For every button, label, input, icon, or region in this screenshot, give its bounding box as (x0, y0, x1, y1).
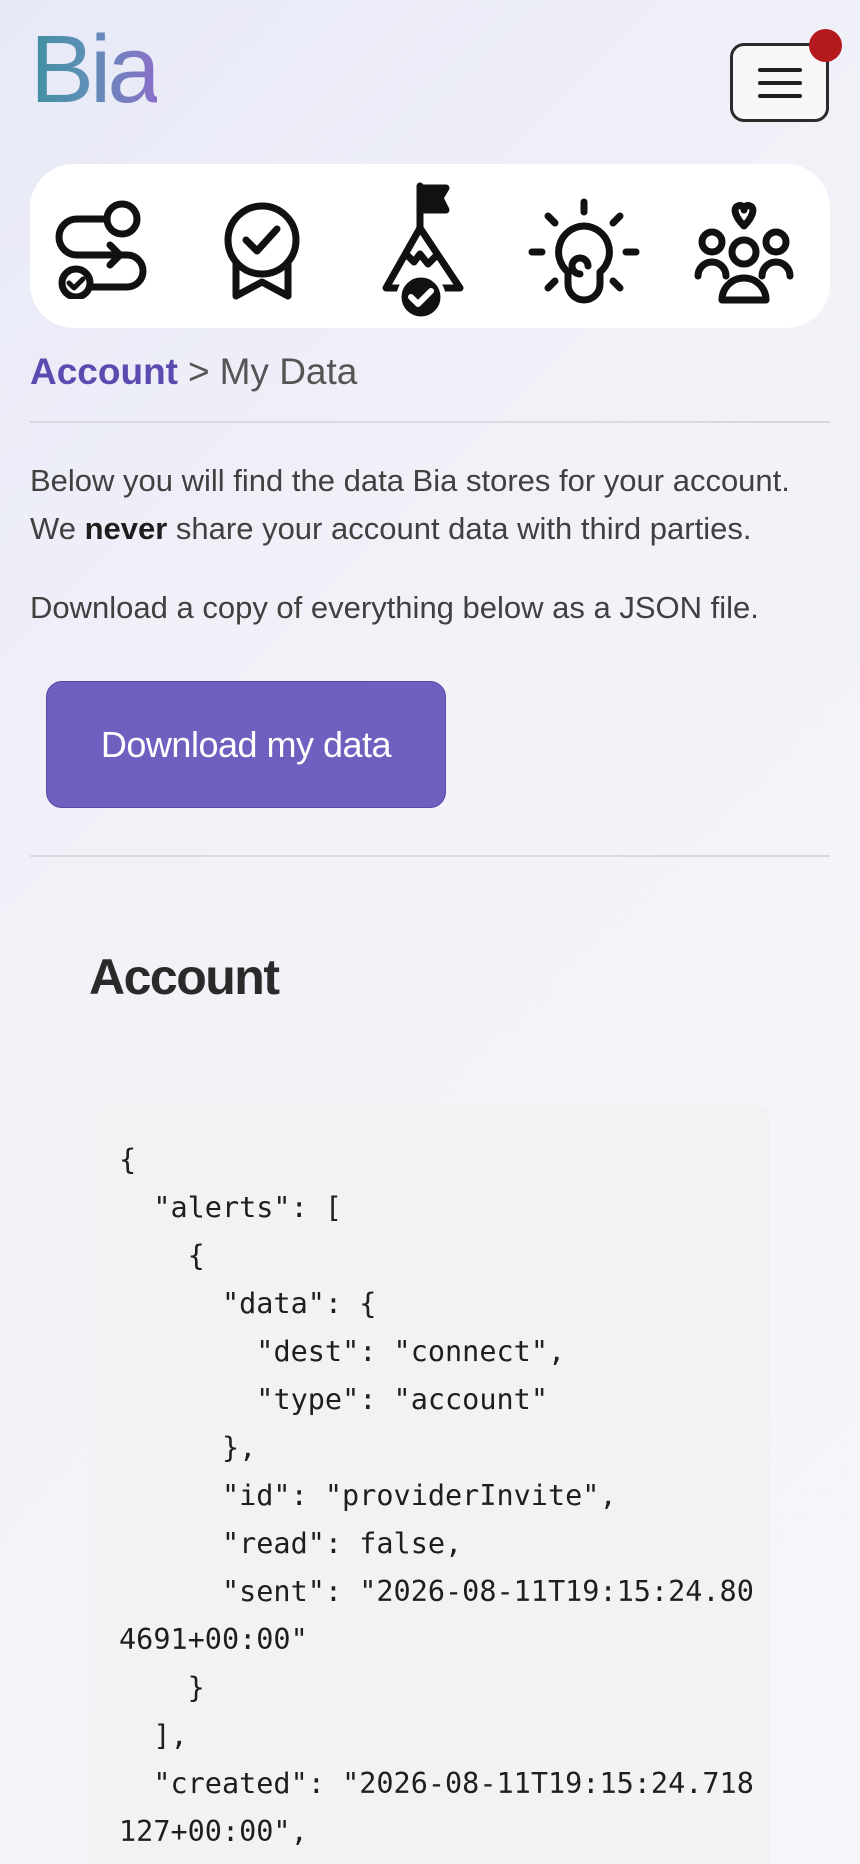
menu-bar (757, 67, 802, 72)
breadcrumb: Account > My Data (30, 350, 357, 394)
divider (30, 421, 830, 423)
intro-line-2-suffix: share your account data with third parti… (167, 511, 752, 546)
notification-badge (809, 29, 842, 62)
account-json-content: { "alerts": [ { "data": { "dest": "conne… (119, 1143, 754, 1848)
intro-line-2-prefix: We (30, 511, 85, 546)
award-ribbon-icon[interactable] (220, 202, 304, 302)
feature-nav-strip (30, 164, 830, 328)
breadcrumb-account-link[interactable]: Account (30, 351, 178, 392)
breadcrumb-current: My Data (219, 351, 358, 392)
menu-bar (757, 80, 802, 85)
divider (30, 855, 830, 857)
download-my-data-button[interactable]: Download my data (46, 681, 446, 808)
menu-bar (757, 93, 802, 98)
intro-text: Below you will find the data Bia stores … (30, 457, 830, 553)
community-icon[interactable] (692, 202, 796, 306)
intro-emphasis: never (84, 511, 168, 546)
intro-line-1: Below you will find the data Bia stores … (30, 463, 790, 498)
intro-line-2: We never share your account data with th… (30, 505, 830, 553)
summit-flag-icon[interactable] (380, 180, 470, 322)
lightbulb-icon[interactable] (528, 198, 640, 306)
route-icon[interactable] (52, 199, 152, 299)
account-json-viewer[interactable]: { "alerts": [ { "data": { "dest": "conne… (89, 1104, 770, 1864)
section-title-account: Account (89, 949, 280, 1005)
download-note: Download a copy of everything below as a… (30, 590, 759, 625)
bia-logo[interactable]: Bia (30, 22, 161, 118)
breadcrumb-separator: > (188, 351, 210, 392)
